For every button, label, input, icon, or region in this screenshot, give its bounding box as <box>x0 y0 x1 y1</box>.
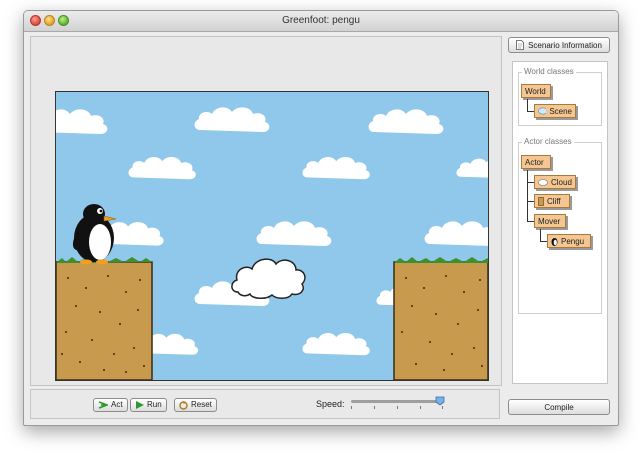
class-actor-label: Actor <box>525 157 544 167</box>
right-cliff[interactable] <box>393 257 488 380</box>
class-cloud-label: Cloud <box>551 177 572 187</box>
slider-tick <box>442 406 443 409</box>
penguin-class-icon <box>551 238 558 246</box>
scene-cloud-icon <box>538 107 547 115</box>
speed-slider-thumb[interactable] <box>435 396 445 406</box>
title-bar: Greenfoot: pengu <box>24 11 618 32</box>
reset-button[interactable]: Reset <box>174 398 217 412</box>
reset-button-label: Reset <box>191 400 212 409</box>
cliff-class-icon <box>538 196 544 206</box>
act-button-label: Act <box>111 400 123 409</box>
class-pengu-label: Pengu <box>561 236 585 246</box>
cloud-class-icon <box>538 178 548 186</box>
window-title: Greenfoot: pengu <box>282 15 360 26</box>
inheritance-line <box>527 170 528 222</box>
inheritance-line <box>527 99 528 111</box>
slider-tick <box>420 406 421 409</box>
actor-classes-title: Actor classes <box>522 137 574 146</box>
inheritance-line <box>540 229 541 241</box>
step-arrow-icon <box>98 401 108 409</box>
compile-button-label: Compile <box>544 402 574 412</box>
run-button-label: Run <box>147 400 162 409</box>
run-button[interactable]: Run <box>130 398 167 412</box>
document-icon <box>516 40 524 50</box>
class-mover[interactable]: Mover <box>534 214 566 228</box>
class-cloud[interactable]: Cloud <box>534 175 576 189</box>
inheritance-line <box>540 241 547 242</box>
speed-slider[interactable] <box>351 396 445 414</box>
world-classes-group: World classes World Scene <box>518 67 602 126</box>
left-cliff[interactable] <box>56 257 153 380</box>
class-world-label: World <box>525 86 546 96</box>
world-panel <box>30 36 502 386</box>
play-icon <box>136 401 144 409</box>
compile-button[interactable]: Compile <box>508 399 610 415</box>
class-scene-label: Scene <box>549 106 572 116</box>
reset-icon <box>179 400 188 410</box>
class-browser: World classes World Scene Actor classes … <box>512 61 608 384</box>
class-cliff-label: Cliff <box>547 196 561 206</box>
slider-tick <box>374 406 375 409</box>
scenario-information-label: Scenario Information <box>528 40 602 50</box>
class-cliff[interactable]: Cliff <box>534 194 570 208</box>
actor-classes-group: Actor classes Actor Cloud Cliff Mover Pe… <box>518 137 602 314</box>
scenario-information-button[interactable]: Scenario Information <box>508 37 610 53</box>
speed-label: Speed: <box>316 399 345 409</box>
world-canvas[interactable] <box>55 91 489 381</box>
greenfoot-window: Greenfoot: pengu Act Run Reset Speed: Sc… <box>23 10 619 426</box>
world-classes-title: World classes <box>522 67 576 76</box>
class-scene[interactable]: Scene <box>534 104 576 118</box>
class-pengu[interactable]: Pengu <box>547 234 591 248</box>
class-world[interactable]: World <box>521 84 551 98</box>
execution-controls: Act Run Reset Speed: <box>30 389 500 419</box>
slider-tick <box>397 406 398 409</box>
class-actor[interactable]: Actor <box>521 155 551 169</box>
act-button[interactable]: Act <box>93 398 128 412</box>
slider-tick <box>351 406 352 409</box>
class-mover-label: Mover <box>538 216 561 226</box>
speed-slider-track <box>351 400 443 403</box>
